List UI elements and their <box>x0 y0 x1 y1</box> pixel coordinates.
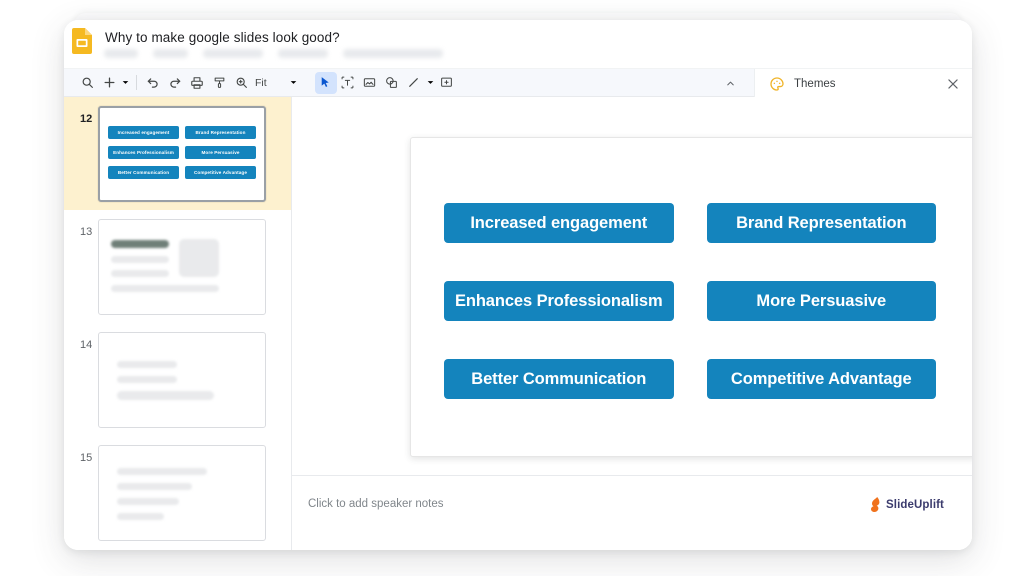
thumb-button: Better Communication <box>108 165 179 179</box>
textbox-icon[interactable] <box>337 72 359 94</box>
slideuplift-branding: SlideUplift <box>869 497 944 512</box>
thumb-placeholder-content <box>99 333 265 427</box>
print-icon[interactable] <box>186 72 208 94</box>
thumb-button: Brand Representation <box>185 125 256 139</box>
slide-button-competitive-advantage[interactable]: Competitive Advantage <box>706 359 936 399</box>
menu-item-blur-1[interactable] <box>104 49 138 58</box>
plus-icon[interactable] <box>98 72 120 94</box>
slide-number: 14 <box>80 339 93 351</box>
filmstrip-slide-12[interactable]: 12 Increased engagement Brand Representa… <box>64 97 291 210</box>
placeholder-line <box>111 269 169 277</box>
toolbar-divider-1 <box>136 75 137 90</box>
placeholder-line <box>117 375 177 383</box>
slideuplift-flame-icon <box>869 497 882 512</box>
slide-button-more-persuasive[interactable]: More Persuasive <box>706 281 936 321</box>
placeholder-image-box <box>179 238 219 277</box>
placeholder-line <box>117 482 192 490</box>
slide-thumbnail[interactable] <box>98 218 266 315</box>
thumb-button: Enhances Professionalism <box>108 145 179 159</box>
chevron-up-icon[interactable] <box>720 73 740 93</box>
shape-icon[interactable] <box>381 72 403 94</box>
placeholder-line <box>117 497 179 505</box>
slide-number: 13 <box>80 226 93 238</box>
filmstrip-slide-14[interactable]: 14 <box>64 323 291 436</box>
zoom-icon[interactable] <box>230 72 252 94</box>
thumb-placeholder-content <box>99 220 265 314</box>
speaker-notes-placeholder[interactable]: Click to add speaker notes <box>308 498 444 510</box>
slide-button-brand-representation[interactable]: Brand Representation <box>706 203 936 243</box>
placeholder-title-bar <box>111 239 169 248</box>
menu-item-blur-3[interactable] <box>203 49 263 58</box>
slide-thumbnail[interactable]: Increased engagement Brand Representatio… <box>98 105 266 202</box>
placeholder-line <box>111 255 169 263</box>
chevron-down-icon-line[interactable] <box>425 72 436 94</box>
slideuplift-wordmark: SlideUplift <box>886 498 944 511</box>
comment-icon[interactable] <box>436 72 458 94</box>
google-slides-icon <box>72 28 92 54</box>
slide-button-increased-engagement[interactable]: Increased engagement <box>444 203 674 243</box>
menu-bar[interactable] <box>104 49 443 58</box>
placeholder-line <box>117 390 214 400</box>
slide-thumbnail[interactable] <box>98 331 266 428</box>
slide-number: 12 <box>80 113 93 125</box>
palette-icon <box>769 76 785 92</box>
slide-button-grid: Increased engagement Brand Representatio… <box>444 203 936 399</box>
close-icon[interactable] <box>946 77 960 91</box>
filmstrip-slide-15[interactable]: 15 <box>64 436 291 549</box>
filmstrip-slide-13[interactable]: 13 <box>64 210 291 323</box>
title-bar: Why to make google slides look good? <box>64 20 972 68</box>
themes-panel-header: Themes <box>754 69 972 98</box>
screen-root: Why to make google slides look good? Fit… <box>0 0 1024 576</box>
redo-icon[interactable] <box>164 72 186 94</box>
slide-thumbnail[interactable] <box>98 444 266 541</box>
thumb-button-grid: Increased engagement Brand Representatio… <box>108 125 256 179</box>
paint-format-icon[interactable] <box>208 72 230 94</box>
thumb-button: Competitive Advantage <box>185 165 256 179</box>
slide-editor[interactable]: Increased engagement Brand Representatio… <box>292 97 972 550</box>
work-area: 12 Increased engagement Brand Representa… <box>64 97 972 550</box>
undo-icon[interactable] <box>142 72 164 94</box>
speaker-notes-pane[interactable]: Click to add speaker notes SlideUplift <box>292 475 972 550</box>
slide-button-better-communication[interactable]: Better Communication <box>444 359 674 399</box>
chevron-down-icon-new-slide[interactable] <box>120 72 131 94</box>
zoom-level-label[interactable]: Fit <box>252 77 270 89</box>
toolbar: Fit Themes <box>64 68 972 98</box>
thumb-placeholder-content <box>99 446 265 540</box>
menu-item-blur-5[interactable] <box>343 49 443 58</box>
placeholder-line <box>117 467 207 475</box>
slide-number: 15 <box>80 452 93 464</box>
menu-item-blur-2[interactable] <box>153 49 188 58</box>
search-icon[interactable] <box>76 72 98 94</box>
placeholder-line <box>117 360 177 368</box>
slide-filmstrip[interactable]: 12 Increased engagement Brand Representa… <box>64 97 292 550</box>
themes-panel-title: Themes <box>794 77 836 90</box>
slide-canvas[interactable]: Increased engagement Brand Representatio… <box>410 137 972 457</box>
thumb-button: Increased engagement <box>108 125 179 139</box>
google-slides-window: Why to make google slides look good? Fit… <box>64 20 972 550</box>
placeholder-line <box>111 284 219 292</box>
menu-item-blur-4[interactable] <box>278 49 328 58</box>
document-title[interactable]: Why to make google slides look good? <box>105 30 340 45</box>
cursor-icon[interactable] <box>314 71 337 94</box>
thumb-button: More Persuasive <box>185 145 256 159</box>
slide-button-enhances-professionalism[interactable]: Enhances Professionalism <box>444 281 674 321</box>
image-icon[interactable] <box>359 72 381 94</box>
placeholder-line <box>117 512 164 520</box>
line-icon[interactable] <box>403 72 425 94</box>
chevron-down-icon-zoom[interactable] <box>288 72 299 94</box>
